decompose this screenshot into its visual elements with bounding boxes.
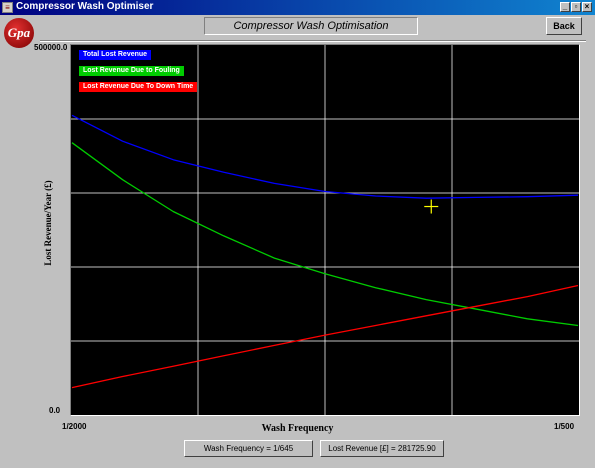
title-bar: ≡ Compressor Wash Optimiser _ ▫ × — [0, 0, 595, 15]
plot-area[interactable]: Total Lost Revenue Lost Revenue Due to F… — [70, 44, 580, 416]
crosshair-cursor-icon[interactable] — [424, 199, 439, 214]
y-tick-max: 500000.0 — [34, 43, 68, 52]
window-title: Compressor Wash Optimiser — [16, 1, 154, 12]
gpa-logo: Gpa — [4, 18, 34, 48]
x-axis-label: Wash Frequency — [261, 423, 334, 434]
y-axis-label: Lost Revenue/Year (£) — [43, 180, 53, 266]
maximize-button[interactable]: ▫ — [571, 2, 581, 12]
window-icon[interactable]: ≡ — [2, 2, 13, 13]
chart-svg — [71, 45, 579, 415]
close-button[interactable]: × — [582, 2, 592, 12]
legend-fouling: Lost Revenue Due to Fouling — [79, 66, 184, 76]
y-tick-min: 0.0 — [49, 406, 61, 415]
wash-frequency-readout[interactable]: Wash Frequency = 1/645 — [184, 440, 313, 457]
back-button[interactable]: Back — [546, 17, 582, 35]
header-divider — [40, 40, 586, 42]
minimize-button[interactable]: _ — [560, 2, 570, 12]
x-tick-max: 1/500 — [554, 422, 575, 431]
lost-revenue-readout[interactable]: Lost Revenue [£] = 281725.90 — [320, 440, 444, 457]
page-title: Compressor Wash Optimisation — [204, 17, 418, 35]
legend-down-time: Lost Revenue Due To Down Time — [79, 82, 198, 92]
legend-total-lost-revenue: Total Lost Revenue — [79, 50, 152, 60]
